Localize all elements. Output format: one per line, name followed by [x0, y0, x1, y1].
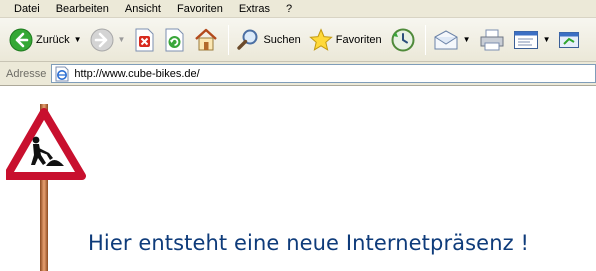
home-button[interactable]: [190, 23, 222, 57]
edit-page-icon: [513, 29, 539, 51]
forward-arrow-icon: [90, 28, 114, 52]
messenger-button[interactable]: [555, 23, 583, 57]
address-label: Adresse: [6, 67, 47, 80]
menu-bar: Datei Bearbeiten Ansicht Favoriten Extra…: [0, 0, 596, 18]
menu-tools[interactable]: Extras: [231, 0, 278, 18]
home-icon: [193, 27, 219, 53]
menu-view[interactable]: Ansicht: [117, 0, 169, 18]
menu-file[interactable]: Datei: [6, 0, 48, 18]
back-button[interactable]: Zurück ▼: [6, 23, 85, 57]
messenger-icon: [558, 29, 580, 51]
forward-dropdown-icon[interactable]: ▼: [118, 35, 126, 44]
address-url: http://www.cube-bikes.de/: [74, 67, 200, 80]
search-button[interactable]: Suchen: [233, 23, 303, 57]
toolbar-separator: [228, 24, 230, 55]
page-content: Hier entsteht eine neue Internetpräsenz …: [0, 87, 596, 271]
stop-button[interactable]: [130, 23, 158, 57]
print-button[interactable]: [476, 23, 508, 57]
mail-dropdown-icon[interactable]: ▼: [463, 35, 471, 44]
back-dropdown-icon[interactable]: ▼: [74, 35, 82, 44]
menu-edit[interactable]: Bearbeiten: [48, 0, 117, 18]
search-label: Suchen: [263, 33, 301, 46]
search-icon: [236, 28, 260, 52]
edit-button[interactable]: ▼: [510, 23, 554, 57]
edit-dropdown-icon[interactable]: ▼: [543, 35, 551, 44]
toolbar-separator: [424, 24, 426, 55]
print-icon: [479, 28, 505, 52]
toolbar: Zurück ▼ ▼ Suchen Favoriten ▼ ▼: [0, 18, 596, 62]
refresh-button[interactable]: [160, 23, 188, 57]
ie-page-icon: [54, 66, 70, 82]
mail-icon: [433, 29, 459, 51]
star-icon: [308, 27, 333, 52]
refresh-icon: [163, 28, 185, 52]
back-arrow-icon: [9, 28, 33, 52]
mail-button[interactable]: ▼: [430, 23, 474, 57]
address-bar: Adresse http://www.cube-bikes.de/: [0, 62, 596, 86]
address-input[interactable]: http://www.cube-bikes.de/: [51, 64, 596, 83]
favorites-label: Favoriten: [335, 33, 382, 46]
menu-favorites[interactable]: Favoriten: [169, 0, 231, 18]
menu-help[interactable]: ?: [278, 0, 300, 18]
forward-button[interactable]: ▼: [87, 23, 129, 57]
history-button[interactable]: [387, 23, 419, 57]
back-label: Zurück: [36, 33, 70, 46]
history-icon: [390, 27, 416, 53]
construction-sign: [6, 104, 86, 271]
stop-icon: [133, 28, 155, 52]
page-headline: Hier entsteht eine neue Internetpräsenz …: [88, 231, 530, 255]
favorites-button[interactable]: Favoriten: [306, 23, 385, 57]
